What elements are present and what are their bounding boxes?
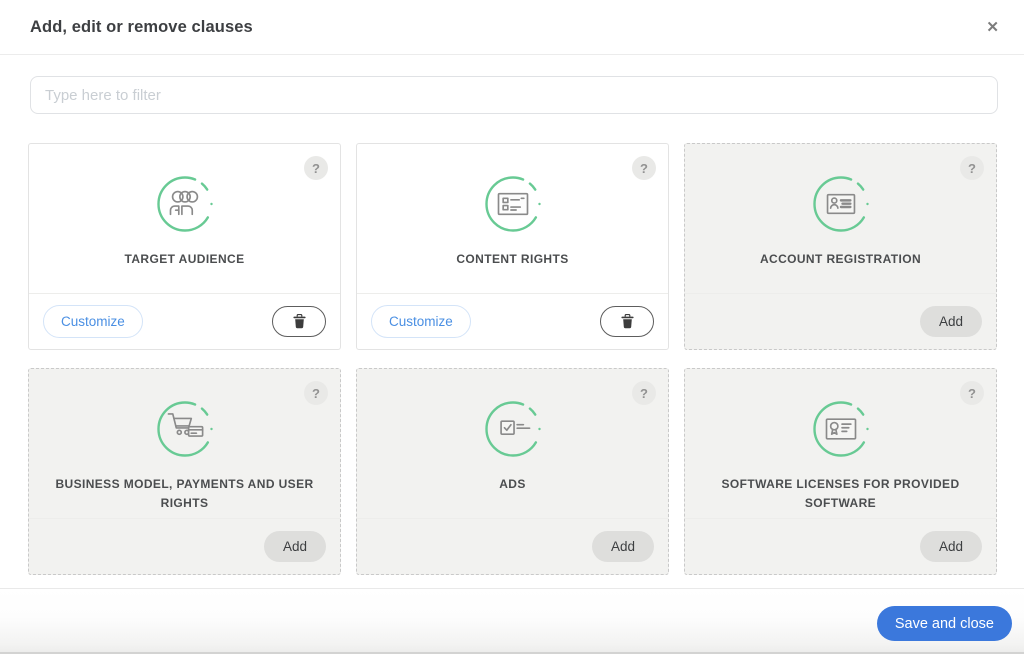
- help-icon[interactable]: ?: [304, 381, 328, 405]
- card-footer: Add: [357, 518, 668, 574]
- delete-button[interactable]: [600, 306, 654, 337]
- add-button[interactable]: Add: [920, 531, 982, 562]
- card-footer: Add: [29, 518, 340, 574]
- trash-icon: [293, 314, 306, 329]
- save-and-close-button[interactable]: Save and close: [877, 606, 1012, 641]
- content-rights-icon: [484, 175, 542, 233]
- account-registration-icon: [812, 175, 870, 233]
- modal-title: Add, edit or remove clauses: [30, 18, 253, 37]
- ads-icon: [484, 400, 542, 458]
- card-title: TARGET AUDIENCE: [29, 250, 340, 269]
- card-title: ADS: [357, 475, 668, 494]
- modal-footer: Save and close: [0, 588, 1024, 654]
- business-model-icon: [156, 400, 214, 458]
- card-software-licenses: ? SOFTWARE LICENSES FOR PROVIDED SOFTWAR…: [684, 368, 997, 575]
- card-title: SOFTWARE LICENSES FOR PROVIDED SOFTWARE: [685, 475, 996, 512]
- modal-header: Add, edit or remove clauses ✕: [0, 0, 1024, 55]
- card-footer: Customize: [357, 293, 668, 349]
- card-footer: Add: [685, 293, 996, 349]
- card-title: CONTENT RIGHTS: [357, 250, 668, 269]
- target-audience-icon: [156, 175, 214, 233]
- filter-input[interactable]: [30, 76, 998, 114]
- close-icon[interactable]: ✕: [982, 16, 1003, 39]
- clause-cards-grid: ? TARGET AUDIENCE Customize: [28, 143, 997, 575]
- add-button[interactable]: Add: [592, 531, 654, 562]
- filter-row: [0, 55, 1024, 114]
- help-icon[interactable]: ?: [632, 156, 656, 180]
- help-icon[interactable]: ?: [960, 381, 984, 405]
- card-title: ACCOUNT REGISTRATION: [685, 250, 996, 269]
- card-footer: Add: [685, 518, 996, 574]
- help-icon[interactable]: ?: [960, 156, 984, 180]
- delete-button[interactable]: [272, 306, 326, 337]
- customize-button[interactable]: Customize: [371, 305, 471, 338]
- card-content-rights: ? CONTENT RIGHTS Customize: [356, 143, 669, 350]
- trash-icon: [621, 314, 634, 329]
- card-target-audience: ? TARGET AUDIENCE Customize: [28, 143, 341, 350]
- card-ads: ? ADS Add: [356, 368, 669, 575]
- add-button[interactable]: Add: [264, 531, 326, 562]
- card-business-model: ? BUSINESS MODEL, PAYMENTS AND USER RIGH…: [28, 368, 341, 575]
- card-account-registration: ? ACCOUNT REGISTRATION Add: [684, 143, 997, 350]
- help-icon[interactable]: ?: [304, 156, 328, 180]
- card-title: BUSINESS MODEL, PAYMENTS AND USER RIGHTS: [29, 475, 340, 512]
- software-license-icon: [812, 400, 870, 458]
- add-button[interactable]: Add: [920, 306, 982, 337]
- help-icon[interactable]: ?: [632, 381, 656, 405]
- clauses-modal: Add, edit or remove clauses ✕ ?: [0, 0, 1024, 654]
- customize-button[interactable]: Customize: [43, 305, 143, 338]
- card-footer: Customize: [29, 293, 340, 349]
